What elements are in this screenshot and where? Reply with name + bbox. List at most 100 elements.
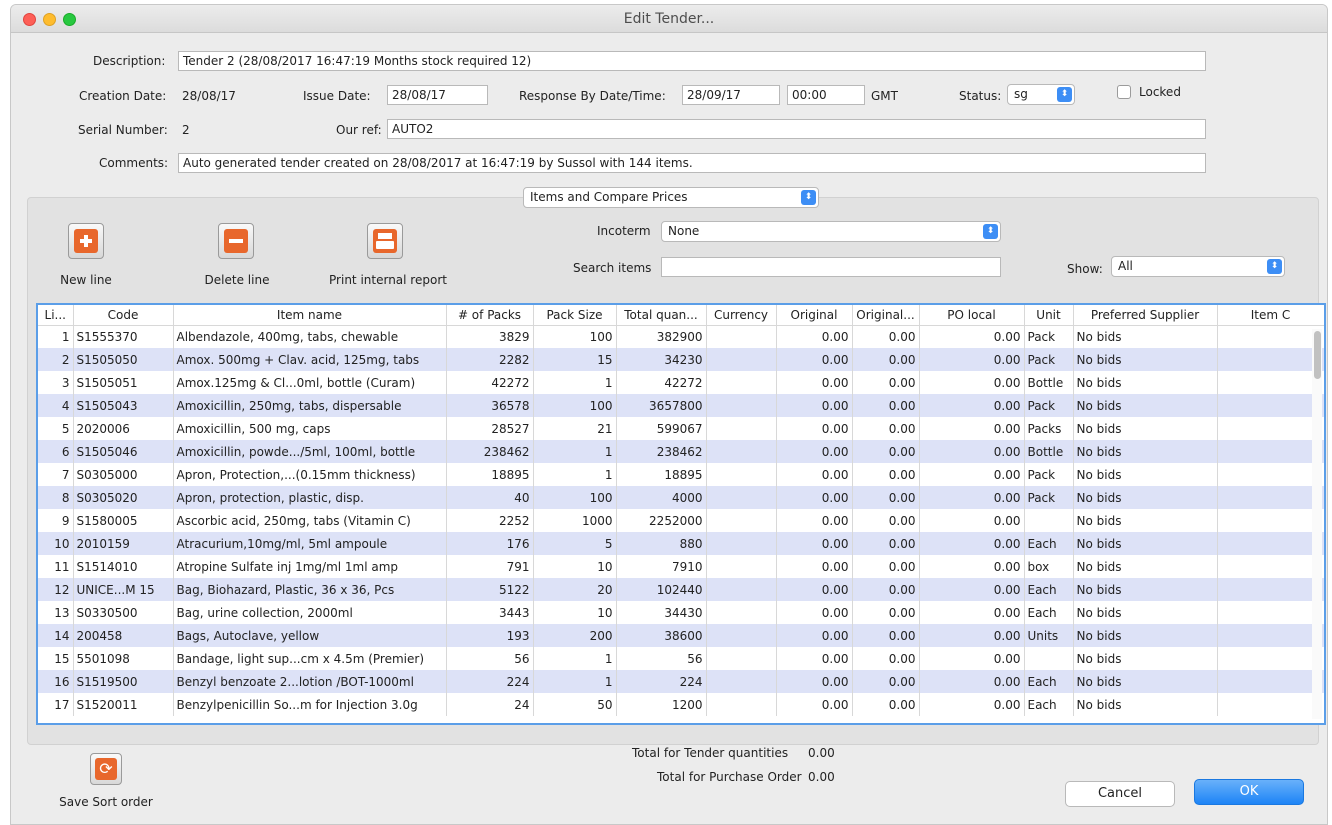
column-header[interactable]: PO local xyxy=(919,305,1025,326)
column-header[interactable]: Item C xyxy=(1217,305,1324,326)
items-table[interactable]: Li... Code Item name # of Packs Pack Size Tot… xyxy=(36,303,1326,725)
chevron-updown-icon: ⬍ xyxy=(1057,87,1072,102)
column-header[interactable]: Original xyxy=(776,305,853,326)
table-cell: Pack xyxy=(1024,348,1074,371)
table-row[interactable]: 13 S0330500 Bag, urine collection, 2000ml 3… xyxy=(38,601,1324,624)
description-field[interactable]: Tender 2 (28/08/2017 16:47:19 Months sto… xyxy=(178,51,1206,71)
status-select[interactable]: sg ⬍ xyxy=(1007,84,1075,105)
table-cell: No bids xyxy=(1073,601,1218,624)
table-row[interactable]: 16 S1519500 Benzyl benzoate 2...lotion /BO… xyxy=(38,670,1324,693)
table-cell: 3829 xyxy=(446,325,534,348)
total-po-label: Total for Purchase Order xyxy=(657,770,802,784)
creation-date-value: 28/08/17 xyxy=(182,89,236,103)
table-cell: 34230 xyxy=(616,348,707,371)
table-cell: 0.00 xyxy=(919,555,1025,578)
table-scrollbar[interactable] xyxy=(1312,329,1322,719)
new-line-button[interactable] xyxy=(68,223,104,259)
table-cell: 0.00 xyxy=(852,348,920,371)
column-header[interactable]: Item name xyxy=(173,305,447,326)
column-header[interactable]: Unit xyxy=(1024,305,1074,326)
column-header[interactable]: Currency xyxy=(706,305,777,326)
table-cell: 6 xyxy=(38,440,74,463)
table-cell: 42272 xyxy=(616,371,707,394)
table-cell: 0.00 xyxy=(776,624,853,647)
chevron-updown-icon: ⬍ xyxy=(1267,259,1282,274)
incoterm-select[interactable]: None ⬍ xyxy=(661,221,1001,242)
column-header[interactable]: Pack Size xyxy=(533,305,617,326)
table-row[interactable]: 4 S1505043 Amoxicillin, 250mg, tabs, dispe… xyxy=(38,394,1324,417)
show-select[interactable]: All ⬍ xyxy=(1111,256,1285,277)
table-cell: 10 xyxy=(38,532,74,555)
table-cell: 10 xyxy=(533,555,617,578)
table-row[interactable]: 2 S1505050 Amox. 500mg + Clav. acid, 125mg… xyxy=(38,348,1324,371)
column-header[interactable]: Original... xyxy=(852,305,920,326)
table-row[interactable]: 9 S1580005 Ascorbic acid, 250mg, tabs (Vit… xyxy=(38,509,1324,532)
response-date-field[interactable]: 28/09/17 xyxy=(682,85,780,105)
table-cell: 200458 xyxy=(73,624,174,647)
our-ref-field[interactable]: AUTO2 xyxy=(387,119,1206,139)
column-header[interactable]: Total quan... xyxy=(616,305,707,326)
column-header[interactable]: Code xyxy=(73,305,174,326)
table-cell: Atropine Sulfate inj 1mg/ml 1ml amp xyxy=(173,555,447,578)
table-cell: 224 xyxy=(446,670,534,693)
table-cell: 0.00 xyxy=(919,670,1025,693)
table-cell: 3 xyxy=(38,371,74,394)
issue-date-field[interactable]: 28/08/17 xyxy=(387,85,488,105)
view-select-value: Items and Compare Prices xyxy=(530,190,688,204)
table-row[interactable]: 5 2020006 Amoxicillin, 500 mg, caps 28527 21… xyxy=(38,417,1324,440)
table-row[interactable]: 7 S0305000 Apron, Protection,...(0.15mm th… xyxy=(38,463,1324,486)
table-cell: 13 xyxy=(38,601,74,624)
table-cell: Amox.125mg & Cl...0ml, bottle (Curam) xyxy=(173,371,447,394)
view-select[interactable]: Items and Compare Prices ⬍ xyxy=(523,187,819,208)
table-row[interactable]: 14 200458 Bags, Autoclave, yellow 193 200 386… xyxy=(38,624,1324,647)
table-cell: S1519500 xyxy=(73,670,174,693)
table-row[interactable]: 17 S1520011 Benzylpenicillin So...m for In… xyxy=(38,693,1324,716)
column-header[interactable]: Li... xyxy=(38,305,74,326)
table-cell: S1505043 xyxy=(73,394,174,417)
table-cell: 2020006 xyxy=(73,417,174,440)
table-cell: 0.00 xyxy=(776,348,853,371)
table-cell: 38600 xyxy=(616,624,707,647)
table-cell: 0.00 xyxy=(852,693,920,716)
table-row[interactable]: 1 S1555370 Albendazole, 400mg, tabs, chewa… xyxy=(38,325,1324,348)
incoterm-select-value: None xyxy=(668,224,700,238)
cancel-button[interactable]: Cancel xyxy=(1065,781,1175,807)
table-cell: 1 xyxy=(38,325,74,348)
table-row[interactable]: 10 2010159 Atracurium,10mg/ml, 5ml ampoule… xyxy=(38,532,1324,555)
serial-number-value: 2 xyxy=(182,123,190,137)
table-row[interactable]: 15 5501098 Bandage, light sup...cm x 4.5m … xyxy=(38,647,1324,670)
table-cell: 0.00 xyxy=(852,463,920,486)
table-cell: S1505050 xyxy=(73,348,174,371)
response-time-field[interactable]: 00:00 xyxy=(787,85,865,105)
table-row[interactable]: 11 S1514010 Atropine Sulfate inj 1mg/ml 1m… xyxy=(38,555,1324,578)
table-cell xyxy=(1024,509,1074,532)
table-row[interactable]: 3 S1505051 Amox.125mg & Cl...0ml, bottle (… xyxy=(38,371,1324,394)
table-cell: No bids xyxy=(1073,486,1218,509)
show-label: Show: xyxy=(1067,262,1103,276)
ok-button[interactable]: OK xyxy=(1194,779,1304,805)
show-select-value: All xyxy=(1118,259,1133,273)
table-cell: 176 xyxy=(446,532,534,555)
locked-label: Locked xyxy=(1139,85,1181,99)
table-row[interactable]: 6 S1505046 Amoxicillin, powde.../5ml, 100m… xyxy=(38,440,1324,463)
column-header[interactable]: # of Packs xyxy=(446,305,534,326)
total-tender-value: 0.00 xyxy=(808,746,835,760)
table-cell xyxy=(706,601,777,624)
table-cell: 56 xyxy=(616,647,707,670)
table-row[interactable]: 8 S0305020 Apron, protection, plastic, dis… xyxy=(38,486,1324,509)
search-items-input[interactable] xyxy=(661,257,1001,277)
print-report-button[interactable] xyxy=(367,223,403,259)
table-row[interactable]: 12 UNICE...M 15 Bag, Biohazard, Plastic, 3… xyxy=(38,578,1324,601)
locked-checkbox[interactable] xyxy=(1117,85,1131,99)
table-cell: 0.00 xyxy=(919,509,1025,532)
table-cell: Each xyxy=(1024,693,1074,716)
table-cell xyxy=(706,325,777,348)
printer-icon xyxy=(373,229,397,253)
save-sort-order-button[interactable]: ⟳ xyxy=(90,753,122,785)
response-by-label: Response By Date/Time: xyxy=(519,89,666,103)
delete-line-button[interactable] xyxy=(218,223,254,259)
comments-field[interactable]: Auto generated tender created on 28/08/2… xyxy=(178,153,1206,173)
column-header[interactable]: Preferred Supplier xyxy=(1073,305,1218,326)
table-scroll-thumb[interactable] xyxy=(1314,331,1321,379)
table-cell: 15 xyxy=(38,647,74,670)
